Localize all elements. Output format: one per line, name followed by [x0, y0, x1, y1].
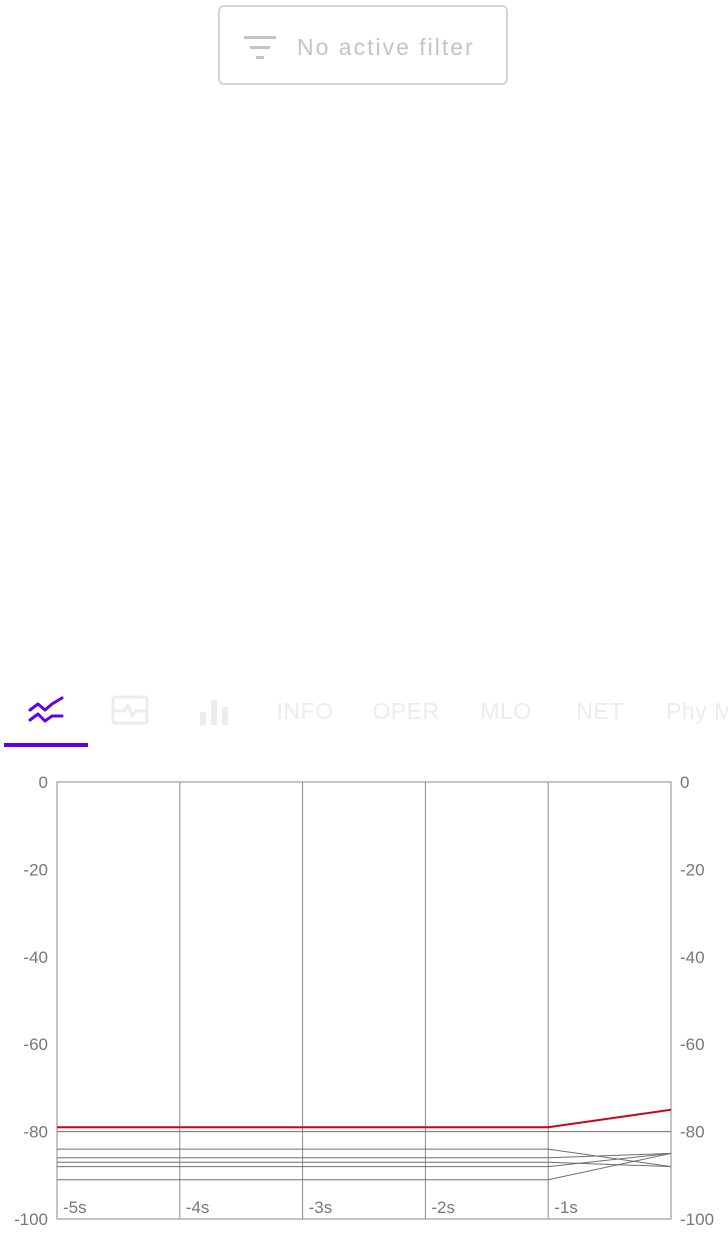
y-tick-label-right: -20 — [680, 860, 705, 879]
filter-chip[interactable]: No active filter — [218, 5, 508, 85]
tab-oper-label: OPER — [372, 697, 440, 724]
y-tick-label-left: 0 — [39, 773, 48, 792]
y-tick-label-left: -40 — [23, 948, 48, 967]
series-line — [57, 1152, 672, 1159]
y-tick-label-right: -80 — [680, 1123, 705, 1142]
x-tick-label: -4s — [186, 1198, 210, 1217]
tab-bar-chart[interactable] — [172, 672, 256, 750]
y-tick-label-left: -100 — [14, 1210, 48, 1229]
tab-phy[interactable]: Phy M — [660, 672, 728, 750]
x-tick-label: -5s — [63, 1198, 87, 1217]
tab-info-label: INFO — [276, 697, 334, 724]
y-tick-label-left: -80 — [23, 1123, 48, 1142]
series-line — [57, 1152, 672, 1168]
tab-mlo-label: MLO — [480, 697, 532, 724]
y-tick-label-left: -60 — [23, 1035, 48, 1054]
monitor-pulse-icon — [111, 695, 149, 725]
tab-signal-strength[interactable] — [4, 672, 88, 750]
signal-wave-icon — [28, 696, 64, 723]
tab-mlo[interactable]: MLO — [464, 672, 548, 750]
y-tick-label-right: -60 — [680, 1035, 705, 1054]
y-tick-label-right: -40 — [680, 948, 705, 967]
tab-net[interactable]: NET — [560, 672, 640, 750]
tab-bar: INFO OPER MLO NET Phy M — [0, 672, 728, 750]
x-tick-label: -2s — [431, 1198, 455, 1217]
x-tick-label: -3s — [309, 1198, 333, 1217]
tab-net-label: NET — [576, 697, 624, 724]
tab-oper[interactable]: OPER — [362, 672, 450, 750]
filter-label: No active filter — [297, 34, 475, 60]
x-tick-label: -1s — [554, 1198, 578, 1217]
signal-chart: -5s -4s -3s -2s -1s 0 0 -20 -20 -40 -40 -60 -60 -80 -8… — [14, 773, 714, 1229]
y-tick-label-right: 0 — [680, 773, 689, 792]
tab-monitor[interactable] — [88, 672, 172, 750]
series-line-highlight — [57, 1108, 672, 1129]
filter-list-icon — [244, 36, 276, 59]
y-tick-label-left: -20 — [23, 860, 48, 879]
tab-phy-label: Phy M — [666, 697, 728, 724]
tab-info[interactable]: INFO — [262, 672, 348, 750]
bar-chart-icon — [200, 700, 228, 725]
active-tab-indicator — [4, 743, 88, 747]
y-tick-label-right: -100 — [680, 1210, 714, 1229]
